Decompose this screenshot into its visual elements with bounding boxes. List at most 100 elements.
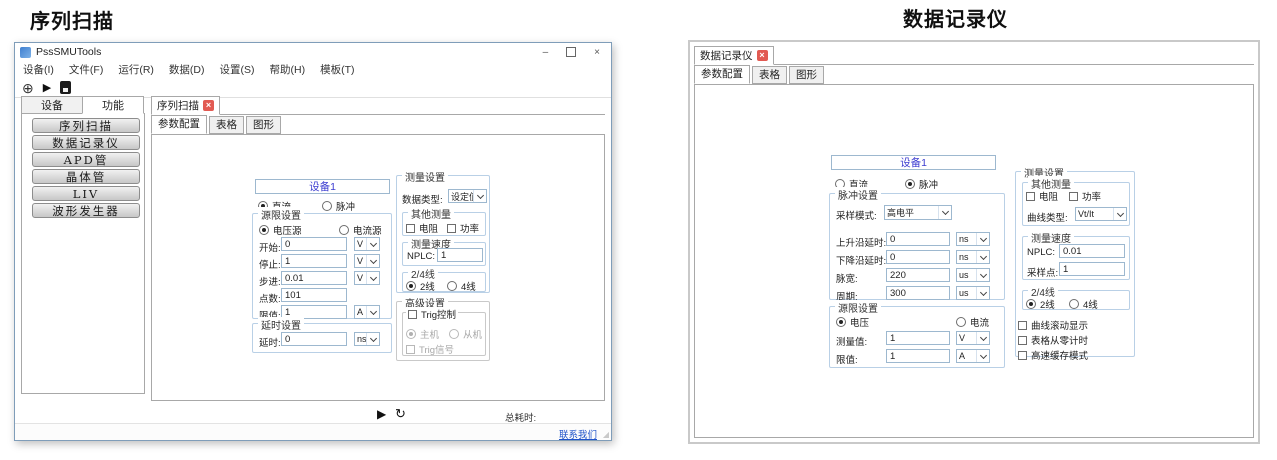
tab-param-config[interactable]: 参数配置 <box>694 65 750 84</box>
rise-delay-input[interactable]: 0 <box>886 232 950 246</box>
voltage-source-radio[interactable] <box>259 225 269 235</box>
resistance-checkbox[interactable] <box>1026 192 1035 201</box>
minimize-button[interactable]: – <box>543 47 549 58</box>
add-icon[interactable]: ⊕ <box>22 81 34 95</box>
master-radio[interactable] <box>406 329 416 339</box>
start-input[interactable]: 0 <box>281 237 347 251</box>
tab-param-config[interactable]: 参数配置 <box>151 115 207 134</box>
menu-run[interactable]: 运行(R) <box>118 62 154 77</box>
resistance-checkbox[interactable] <box>406 224 415 233</box>
sidebar-item-liv[interactable]: LIV <box>32 186 140 201</box>
tab-device[interactable]: 设备 <box>21 96 83 114</box>
tab-close-icon[interactable]: × <box>757 50 768 61</box>
tab-table[interactable]: 表格 <box>752 66 787 84</box>
sidebar-item-transistor[interactable]: 晶体管 <box>32 169 140 184</box>
run-play-icon[interactable]: ▶ <box>377 407 386 421</box>
voltage-radio[interactable] <box>836 317 846 327</box>
window-title: PssSMUTools <box>36 46 101 58</box>
menu-device[interactable]: 设备(I) <box>23 62 54 77</box>
tab-close-icon[interactable]: × <box>203 100 214 111</box>
start-unit-combo[interactable]: V <box>354 237 380 251</box>
limit-unit-combo[interactable]: A <box>354 305 380 319</box>
menu-data[interactable]: 数据(D) <box>169 62 205 77</box>
pulse-width-input[interactable]: 220 <box>886 268 950 282</box>
points-input[interactable]: 101 <box>281 288 347 302</box>
sub-tab-strip: 参数配置 表格 图形 <box>151 115 283 134</box>
contact-us-link[interactable]: 联系我们 <box>559 427 597 441</box>
data-type-combo[interactable]: 设定值 <box>448 189 487 203</box>
maximize-button[interactable] <box>566 47 576 57</box>
param-config-page: 设备1 直流 脉冲 源限设置 电压源 电流源 开始: 0 V 停止: 1 V 步… <box>151 134 605 401</box>
rise-delay-unit-combo[interactable]: ns <box>956 232 990 246</box>
chevron-down-icon <box>976 332 989 344</box>
four-wire-radio[interactable] <box>1069 299 1079 309</box>
tab-graph[interactable]: 图形 <box>246 116 281 134</box>
step-unit-combo[interactable]: V <box>354 271 380 285</box>
limit-input[interactable]: 1 <box>886 349 950 363</box>
sidebar-item-apd[interactable]: APD管 <box>32 152 140 167</box>
menu-template[interactable]: 模板(T) <box>320 62 354 77</box>
stop-unit-combo[interactable]: V <box>354 254 380 268</box>
menu-settings[interactable]: 设置(S) <box>220 62 255 77</box>
screenshot-canvas: 序列扫描 数据记录仪 PssSMUTools – × 设备(I) 文件(F) 运… <box>0 0 1277 460</box>
menu-file[interactable]: 文件(F) <box>69 62 103 77</box>
other-measure-group: 其他测量 电阻 功率 <box>402 212 486 236</box>
save-icon[interactable] <box>60 81 71 94</box>
stop-input[interactable]: 1 <box>281 254 347 268</box>
device-header[interactable]: 设备1 <box>255 179 390 194</box>
sample-mode-combo[interactable]: 高电平 <box>884 205 952 220</box>
loop-icon[interactable]: ↻ <box>395 406 406 422</box>
step-input[interactable]: 0.01 <box>281 271 347 285</box>
run-icon[interactable]: ▶ <box>43 81 51 94</box>
high-speed-cache-checkbox[interactable] <box>1018 351 1027 360</box>
status-bar: 联系我们 ◢ <box>15 423 611 440</box>
trig-control-checkbox[interactable] <box>408 310 417 319</box>
doc-tab-sequence-scan[interactable]: 序列扫描 × <box>151 96 220 115</box>
period-input[interactable]: 300 <box>886 286 950 300</box>
delay-input[interactable]: 0 <box>281 332 347 346</box>
slave-radio[interactable] <box>449 329 459 339</box>
chevron-down-icon <box>473 190 486 202</box>
delay-group: 延时设置 延时: 0 ns <box>252 323 392 353</box>
source-limit-group: 源限设置 电压 电流 测量值: 1 V 限值: 1 A <box>829 306 1005 368</box>
tab-function[interactable]: 功能 <box>82 96 144 114</box>
menu-help[interactable]: 帮助(H) <box>270 62 306 77</box>
two-wire-radio[interactable] <box>406 281 416 291</box>
four-wire-radio[interactable] <box>447 281 457 291</box>
delay-unit-combo[interactable]: ns <box>354 332 380 346</box>
measure-value-unit-combo[interactable]: V <box>956 331 990 345</box>
resize-grip[interactable]: ◢ <box>603 430 609 439</box>
measure-speed-group: 测量速度 NPLC: 0.01 采样点: 1 <box>1022 236 1130 280</box>
pulse-width-unit-combo[interactable]: us <box>956 268 990 282</box>
power-checkbox[interactable] <box>1069 192 1078 201</box>
curve-scroll-checkbox[interactable] <box>1018 321 1027 330</box>
table-zero-time-checkbox[interactable] <box>1018 336 1027 345</box>
nplc-input[interactable]: 0.01 <box>1059 244 1125 258</box>
curve-type-combo[interactable]: Vt/It <box>1075 207 1127 221</box>
sample-points-input[interactable]: 1 <box>1059 262 1125 276</box>
limit-unit-combo[interactable]: A <box>956 349 990 363</box>
sidebar-item-waveform-generator[interactable]: 波形发生器 <box>32 203 140 218</box>
current-source-radio[interactable] <box>339 225 349 235</box>
pulse-radio[interactable] <box>905 179 915 189</box>
sub-tab-strip: 参数配置 表格 图形 <box>694 65 826 84</box>
device-header[interactable]: 设备1 <box>831 155 996 170</box>
close-button[interactable]: × <box>594 47 600 58</box>
fall-delay-unit-combo[interactable]: ns <box>956 250 990 264</box>
tab-graph[interactable]: 图形 <box>789 66 824 84</box>
two-wire-radio[interactable] <box>1026 299 1036 309</box>
sidebar-item-data-logger[interactable]: 数据记录仪 <box>32 135 140 150</box>
wire-group: 2/4线 2线 4线 <box>1022 290 1130 310</box>
doc-tab-data-logger[interactable]: 数据记录仪 × <box>694 46 774 65</box>
trig-signal-checkbox[interactable] <box>406 345 415 354</box>
power-checkbox[interactable] <box>447 224 456 233</box>
fall-delay-input[interactable]: 0 <box>886 250 950 264</box>
period-unit-combo[interactable]: us <box>956 286 990 300</box>
nplc-input[interactable]: 1 <box>437 248 483 262</box>
toolbar: ⊕ ▶ <box>15 78 611 98</box>
pulse-radio[interactable] <box>322 201 332 211</box>
measure-value-input[interactable]: 1 <box>886 331 950 345</box>
current-radio[interactable] <box>956 317 966 327</box>
sidebar-item-sequence-scan[interactable]: 序列扫描 <box>32 118 140 133</box>
tab-table[interactable]: 表格 <box>209 116 244 134</box>
